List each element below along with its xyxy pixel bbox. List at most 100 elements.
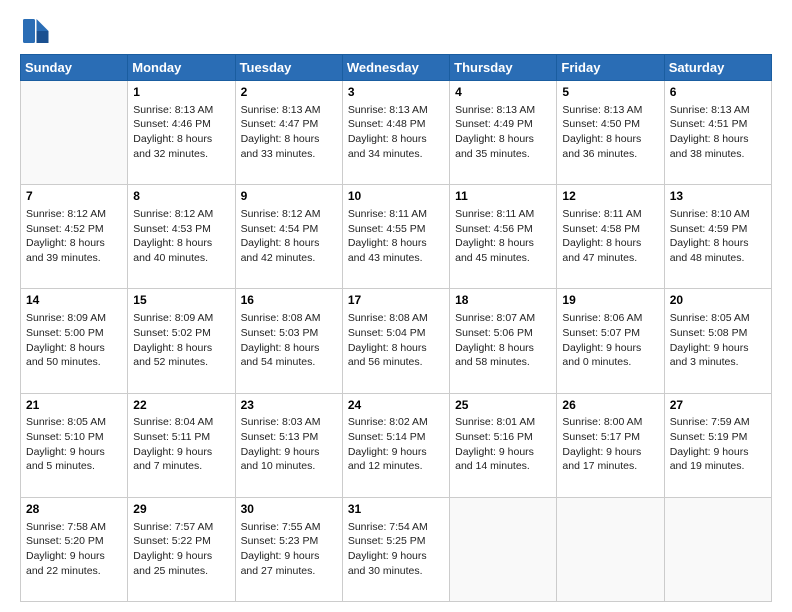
calendar-cell: 20 Sunrise: 8:05 AM Sunset: 5:08 PM Dayl…	[664, 289, 771, 393]
logo-icon	[20, 16, 50, 46]
calendar-cell: 25 Sunrise: 8:01 AM Sunset: 5:16 PM Dayl…	[450, 393, 557, 497]
sunset-text: Sunset: 4:51 PM	[670, 118, 748, 130]
sunrise-text: Sunrise: 8:13 AM	[241, 104, 321, 116]
sunrise-text: Sunrise: 8:09 AM	[26, 312, 106, 324]
sunrise-text: Sunrise: 7:59 AM	[670, 416, 750, 428]
daylight-text: Daylight: 8 hours and 36 minutes.	[562, 133, 641, 160]
day-number: 20	[670, 292, 766, 309]
daylight-text: Daylight: 9 hours and 25 minutes.	[133, 550, 212, 577]
daylight-text: Daylight: 8 hours and 42 minutes.	[241, 237, 320, 264]
daylight-text: Daylight: 8 hours and 47 minutes.	[562, 237, 641, 264]
daylight-text: Daylight: 8 hours and 34 minutes.	[348, 133, 427, 160]
day-number: 11	[455, 188, 551, 205]
day-number: 25	[455, 397, 551, 414]
sunrise-text: Sunrise: 8:11 AM	[455, 208, 534, 220]
sunset-text: Sunset: 4:48 PM	[348, 118, 426, 130]
sunset-text: Sunset: 5:00 PM	[26, 327, 104, 339]
sunrise-text: Sunrise: 7:57 AM	[133, 521, 213, 533]
sunrise-text: Sunrise: 8:12 AM	[26, 208, 106, 220]
day-number: 19	[562, 292, 658, 309]
day-number: 15	[133, 292, 229, 309]
calendar-cell	[557, 497, 664, 601]
daylight-text: Daylight: 8 hours and 45 minutes.	[455, 237, 534, 264]
sunset-text: Sunset: 5:19 PM	[670, 431, 748, 443]
sunset-text: Sunset: 4:52 PM	[26, 223, 104, 235]
calendar-cell	[664, 497, 771, 601]
sunrise-text: Sunrise: 8:13 AM	[348, 104, 428, 116]
day-number: 14	[26, 292, 122, 309]
day-number: 27	[670, 397, 766, 414]
calendar-cell: 23 Sunrise: 8:03 AM Sunset: 5:13 PM Dayl…	[235, 393, 342, 497]
day-number: 13	[670, 188, 766, 205]
calendar-table: SundayMondayTuesdayWednesdayThursdayFrid…	[20, 54, 772, 602]
sunset-text: Sunset: 5:03 PM	[241, 327, 319, 339]
calendar-cell: 14 Sunrise: 8:09 AM Sunset: 5:00 PM Dayl…	[21, 289, 128, 393]
sunrise-text: Sunrise: 8:09 AM	[133, 312, 213, 324]
day-number: 9	[241, 188, 337, 205]
sunset-text: Sunset: 5:02 PM	[133, 327, 211, 339]
calendar-cell: 19 Sunrise: 8:06 AM Sunset: 5:07 PM Dayl…	[557, 289, 664, 393]
calendar-cell: 11 Sunrise: 8:11 AM Sunset: 4:56 PM Dayl…	[450, 185, 557, 289]
calendar-cell: 28 Sunrise: 7:58 AM Sunset: 5:20 PM Dayl…	[21, 497, 128, 601]
sunrise-text: Sunrise: 8:00 AM	[562, 416, 642, 428]
daylight-text: Daylight: 8 hours and 54 minutes.	[241, 342, 320, 369]
daylight-text: Daylight: 9 hours and 0 minutes.	[562, 342, 641, 369]
daylight-text: Daylight: 8 hours and 39 minutes.	[26, 237, 105, 264]
sunset-text: Sunset: 5:14 PM	[348, 431, 426, 443]
calendar-cell: 27 Sunrise: 7:59 AM Sunset: 5:19 PM Dayl…	[664, 393, 771, 497]
daylight-text: Daylight: 9 hours and 17 minutes.	[562, 446, 641, 473]
day-number: 30	[241, 501, 337, 518]
sunrise-text: Sunrise: 8:13 AM	[133, 104, 213, 116]
calendar-header-tuesday: Tuesday	[235, 55, 342, 81]
daylight-text: Daylight: 9 hours and 30 minutes.	[348, 550, 427, 577]
daylight-text: Daylight: 8 hours and 56 minutes.	[348, 342, 427, 369]
sunrise-text: Sunrise: 8:02 AM	[348, 416, 428, 428]
sunrise-text: Sunrise: 8:05 AM	[26, 416, 106, 428]
calendar-cell: 24 Sunrise: 8:02 AM Sunset: 5:14 PM Dayl…	[342, 393, 449, 497]
sunset-text: Sunset: 5:07 PM	[562, 327, 640, 339]
day-number: 12	[562, 188, 658, 205]
calendar-cell: 12 Sunrise: 8:11 AM Sunset: 4:58 PM Dayl…	[557, 185, 664, 289]
day-number: 3	[348, 84, 444, 101]
sunrise-text: Sunrise: 8:11 AM	[562, 208, 641, 220]
calendar-cell: 8 Sunrise: 8:12 AM Sunset: 4:53 PM Dayli…	[128, 185, 235, 289]
sunset-text: Sunset: 5:23 PM	[241, 535, 319, 547]
sunrise-text: Sunrise: 8:13 AM	[455, 104, 535, 116]
sunrise-text: Sunrise: 8:08 AM	[348, 312, 428, 324]
calendar-cell: 6 Sunrise: 8:13 AM Sunset: 4:51 PM Dayli…	[664, 81, 771, 185]
calendar-cell: 13 Sunrise: 8:10 AM Sunset: 4:59 PM Dayl…	[664, 185, 771, 289]
daylight-text: Daylight: 9 hours and 12 minutes.	[348, 446, 427, 473]
sunrise-text: Sunrise: 7:55 AM	[241, 521, 321, 533]
calendar-week-4: 28 Sunrise: 7:58 AM Sunset: 5:20 PM Dayl…	[21, 497, 772, 601]
daylight-text: Daylight: 9 hours and 7 minutes.	[133, 446, 212, 473]
sunset-text: Sunset: 4:47 PM	[241, 118, 319, 130]
day-number: 10	[348, 188, 444, 205]
calendar-cell	[450, 497, 557, 601]
daylight-text: Daylight: 8 hours and 32 minutes.	[133, 133, 212, 160]
calendar-week-2: 14 Sunrise: 8:09 AM Sunset: 5:00 PM Dayl…	[21, 289, 772, 393]
calendar-header-wednesday: Wednesday	[342, 55, 449, 81]
sunrise-text: Sunrise: 8:13 AM	[670, 104, 750, 116]
sunset-text: Sunset: 4:46 PM	[133, 118, 211, 130]
daylight-text: Daylight: 9 hours and 19 minutes.	[670, 446, 749, 473]
calendar-cell: 5 Sunrise: 8:13 AM Sunset: 4:50 PM Dayli…	[557, 81, 664, 185]
daylight-text: Daylight: 8 hours and 38 minutes.	[670, 133, 749, 160]
daylight-text: Daylight: 8 hours and 43 minutes.	[348, 237, 427, 264]
daylight-text: Daylight: 8 hours and 40 minutes.	[133, 237, 212, 264]
daylight-text: Daylight: 8 hours and 52 minutes.	[133, 342, 212, 369]
sunset-text: Sunset: 5:16 PM	[455, 431, 533, 443]
calendar-header-monday: Monday	[128, 55, 235, 81]
daylight-text: Daylight: 8 hours and 35 minutes.	[455, 133, 534, 160]
calendar-cell: 26 Sunrise: 8:00 AM Sunset: 5:17 PM Dayl…	[557, 393, 664, 497]
calendar-cell: 30 Sunrise: 7:55 AM Sunset: 5:23 PM Dayl…	[235, 497, 342, 601]
day-number: 28	[26, 501, 122, 518]
calendar-cell: 4 Sunrise: 8:13 AM Sunset: 4:49 PM Dayli…	[450, 81, 557, 185]
calendar-cell: 29 Sunrise: 7:57 AM Sunset: 5:22 PM Dayl…	[128, 497, 235, 601]
sunset-text: Sunset: 5:04 PM	[348, 327, 426, 339]
sunset-text: Sunset: 5:20 PM	[26, 535, 104, 547]
daylight-text: Daylight: 8 hours and 50 minutes.	[26, 342, 105, 369]
calendar-week-3: 21 Sunrise: 8:05 AM Sunset: 5:10 PM Dayl…	[21, 393, 772, 497]
day-number: 8	[133, 188, 229, 205]
day-number: 16	[241, 292, 337, 309]
daylight-text: Daylight: 9 hours and 14 minutes.	[455, 446, 534, 473]
